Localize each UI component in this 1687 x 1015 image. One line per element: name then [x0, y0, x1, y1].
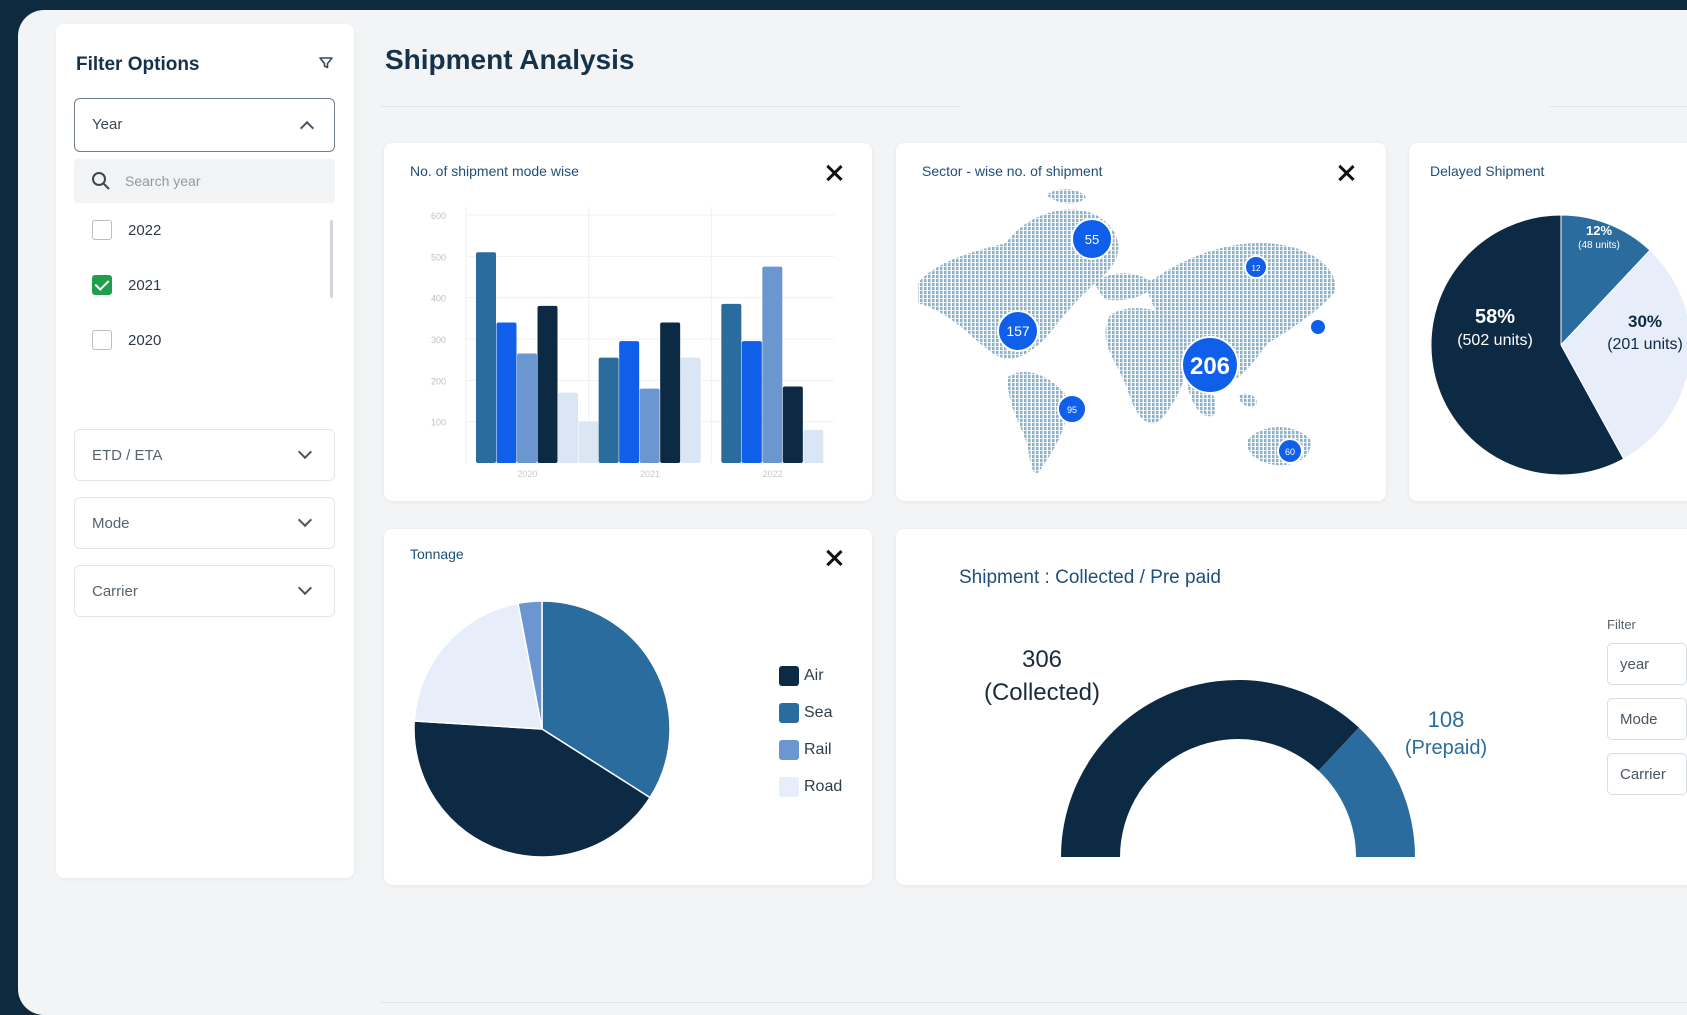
header-divider	[381, 106, 961, 107]
chevron-up-icon	[299, 120, 315, 136]
y-tick-label: 500	[431, 252, 446, 262]
y-tick-label: 400	[431, 294, 446, 304]
bubble-label: 157	[1006, 323, 1030, 339]
bar	[741, 341, 762, 463]
bar	[517, 353, 537, 463]
delayed-pie-chart: 12% (48 units) 30% (201 units) 58% (502 units…	[1430, 214, 1687, 476]
filter-select-label: year	[1620, 656, 1650, 673]
y-tick-label: 100	[431, 418, 446, 428]
filter-label: Filter	[1607, 617, 1636, 632]
x-tick-label: 2020	[517, 469, 537, 479]
page-title: Shipment Analysis	[385, 44, 635, 75]
card-tonnage: Tonnage Air Sea Rail Road	[384, 529, 872, 885]
bar-chart: 600 500 400 300 200 100 2020 2021 2022	[431, 207, 834, 479]
dropdown-label: Carrier	[92, 583, 138, 600]
year-list-scrollbar[interactable]	[330, 220, 333, 298]
collected-label: (Collected)	[984, 679, 1100, 706]
bar	[476, 252, 496, 463]
filter-carrier-select[interactable]: Carrier	[1607, 753, 1687, 795]
bar	[803, 429, 824, 463]
bar	[680, 357, 701, 463]
legend-label: Rail	[804, 741, 832, 758]
bar	[578, 421, 599, 463]
bar	[782, 386, 803, 463]
legend-label: Road	[804, 778, 843, 795]
filter-mode-select[interactable]: Mode	[1607, 698, 1687, 740]
y-tick-label: 600	[431, 211, 446, 221]
legend-swatch	[779, 703, 799, 723]
card-sector-wise: Sector - wise no. of shipment 55 157 206…	[896, 143, 1386, 501]
checkbox[interactable]	[92, 220, 112, 240]
collected-value: 306	[1022, 646, 1062, 673]
slice-percent-label: 12%	[1586, 223, 1612, 238]
filter-sidebar: Filter Options Year Search year 2022 202…	[56, 24, 354, 878]
slice-units-label: (48 units)	[1578, 240, 1620, 251]
slice-units-label: (502 units)	[1457, 332, 1533, 349]
checkbox-checked[interactable]	[92, 275, 112, 295]
sidebar-title: Filter Options	[76, 54, 200, 75]
filter-icon[interactable]	[318, 55, 334, 71]
search-icon	[92, 172, 110, 190]
legend-swatch	[779, 740, 799, 760]
header-divider-right	[1550, 106, 1687, 107]
year-option-label: 2020	[128, 332, 162, 349]
bubble-label: 60	[1285, 447, 1295, 457]
legend-label: Air	[804, 667, 824, 684]
close-icon[interactable]	[824, 548, 844, 568]
bar	[496, 322, 517, 463]
bar	[721, 303, 742, 463]
bar	[619, 341, 640, 463]
chevron-down-icon	[297, 580, 313, 596]
card-mode-wise: No. of shipment mode wise 600 500 400 300 20…	[384, 143, 872, 501]
footer-divider	[381, 1002, 1687, 1003]
etd-eta-dropdown[interactable]: ETD / ETA	[74, 429, 335, 481]
legend-swatch	[779, 777, 799, 797]
filter-select-label: Carrier	[1620, 766, 1666, 783]
bar	[537, 305, 558, 463]
bubble-label: 55	[1085, 232, 1099, 247]
chevron-down-icon	[297, 512, 313, 528]
donut-segment	[1061, 680, 1359, 857]
bar	[639, 388, 660, 463]
slice-percent-label: 58%	[1475, 306, 1515, 328]
slice-percent-label: 30%	[1628, 312, 1662, 331]
bubble-label: 206	[1190, 353, 1230, 380]
x-tick-label: 2021	[640, 469, 660, 479]
mode-dropdown[interactable]: Mode	[74, 497, 335, 549]
world-map: 55 157 206 95 12 60	[918, 189, 1336, 474]
year-option-label: 2022	[128, 222, 162, 239]
card-delayed-shipment: Delayed Shipment 12% (48 units) 30% (201 un…	[1409, 143, 1687, 501]
bar	[598, 357, 619, 463]
search-placeholder: Search year	[125, 173, 201, 189]
prepaid-value: 108	[1428, 707, 1465, 732]
bar	[660, 322, 681, 463]
prepaid-label: (Prepaid)	[1405, 737, 1487, 759]
year-option-label: 2021	[128, 277, 162, 294]
checkbox[interactable]	[92, 330, 112, 350]
bubble-label: 12	[1252, 264, 1261, 273]
y-tick-label: 300	[431, 335, 446, 345]
tonnage-pie-chart	[413, 600, 671, 858]
dropdown-label: Mode	[92, 515, 130, 532]
bar	[762, 266, 783, 463]
chevron-down-icon	[297, 444, 313, 460]
year-dropdown-label: Year	[92, 116, 123, 133]
x-tick-label: 2022	[763, 469, 783, 479]
bubble-label: 95	[1067, 405, 1077, 415]
continents	[918, 189, 1336, 474]
slice-units-label: (201 units)	[1607, 336, 1683, 353]
filter-select-label: Mode	[1620, 711, 1658, 728]
y-tick-label: 200	[431, 376, 446, 386]
dropdown-label: ETD / ETA	[92, 447, 163, 464]
filter-year-select[interactable]: year	[1607, 643, 1687, 685]
search-year-input[interactable]: Search year	[74, 159, 335, 203]
card-collected-prepaid: Shipment : Collected / Pre paid 306 (Coll…	[896, 529, 1687, 885]
carrier-dropdown[interactable]: Carrier	[74, 565, 335, 617]
legend-swatch	[779, 666, 799, 686]
collected-prepaid-donut-chart: 306 (Collected) 108 (Prepaid)	[984, 646, 1487, 857]
bar	[558, 392, 578, 463]
year-dropdown[interactable]: Year	[74, 98, 335, 152]
legend-label: Sea	[804, 704, 833, 721]
